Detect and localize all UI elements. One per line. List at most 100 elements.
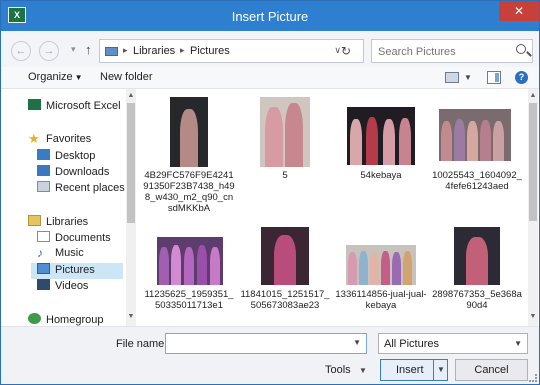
file-name-field[interactable]: ▼ [165,333,367,354]
figure-shape [285,103,303,167]
chevron-down-icon[interactable]: ▼ [353,338,361,347]
file-item[interactable]: 11841015_1251517_505673083ae23 [239,227,331,326]
sidebar-item-favorites[interactable]: ★ Favorites [28,131,91,149]
documents-icon [37,231,50,242]
sidebar-item-libraries[interactable]: Libraries [28,215,88,231]
back-button[interactable]: ← [11,41,31,61]
file-item[interactable]: 2898767353_5e368a90d4 [431,227,523,326]
sidebar-item-label: Pictures [55,264,95,276]
thumbnail-image [454,227,500,285]
file-item[interactable]: 10025543_1604092_4fefe61243aed [431,97,523,225]
breadcrumb-separator-icon: ▸ [123,45,128,55]
chevron-down-icon: ▼ [514,339,522,348]
figure-shape [441,121,452,161]
thumbnail-image [347,107,415,165]
file-item[interactable]: 4B29FC576F9E424191350F23B7438_h498_w430_… [143,97,235,225]
file-item[interactable]: 11235625_1959351_50335011713e1 [143,227,235,326]
figure-shape [370,252,379,285]
sidebar-item-documents[interactable]: Documents [37,231,111,247]
sidebar-item-music[interactable]: ♪ Music [37,247,84,263]
thumbnail-image [346,245,416,285]
file-item[interactable]: 5 [239,97,331,225]
sidebar-item-label: Microsoft Excel [46,100,121,112]
preview-pane-icon[interactable] [487,71,501,84]
file-name: 54kebaya [360,170,402,181]
title-bar: X Insert Picture ✕ [1,1,539,31]
resize-grip-icon[interactable] [529,374,537,382]
file-list-scrollbar[interactable]: ▲ ▼ [528,89,538,326]
breadcrumb-pictures[interactable]: Pictures [190,45,230,57]
scrollbar-thumb[interactable] [529,103,537,221]
change-view-icon[interactable] [445,72,459,83]
sidebar-item-desktop[interactable]: Desktop [37,149,95,165]
search-icon[interactable] [516,44,526,54]
breadcrumb-libraries[interactable]: Libraries [133,45,175,57]
file-name: 11235625_1959351_50335011713e1 [144,289,234,311]
close-button[interactable]: ✕ [499,1,539,21]
figure-shape [467,121,478,161]
view-options-dropdown[interactable]: ▼ [464,73,472,82]
figure-shape [366,117,378,165]
breadcrumb-separator-icon: ▸ [180,45,185,55]
excel-icon [28,99,41,110]
scroll-down-icon[interactable]: ▼ [528,313,538,320]
insert-options-dropdown[interactable]: ▼ [437,365,445,374]
cancel-button[interactable]: Cancel [455,359,528,381]
help-icon[interactable]: ? [515,71,528,84]
file-name: 10025543_1604092_4fefe61243aed [432,170,522,192]
sidebar-item-pictures[interactable]: Pictures [31,263,123,279]
scroll-up-icon[interactable]: ▲ [126,92,136,99]
navigation-pane-scrollbar[interactable]: ▲ ▼ [126,89,136,326]
thumbnail-image [170,97,208,167]
forward-button[interactable]: → [39,41,59,61]
insert-picture-dialog: X Insert Picture ✕ ← → ▾ ↑ ▸ Libraries ▸… [0,0,540,385]
figure-shape [265,107,283,167]
figure-shape [466,237,488,285]
organize-label: Organize [28,71,73,83]
figure-shape [210,247,220,285]
new-folder-button[interactable]: New folder [100,71,153,83]
search-box[interactable] [371,39,533,63]
thumbnail-image [260,97,310,167]
scrollbar-thumb[interactable] [127,103,135,223]
search-input[interactable] [378,44,508,59]
address-dropdown-icon[interactable]: ∨ [334,45,341,56]
file-name: 5 [282,170,288,181]
scroll-up-icon[interactable]: ▲ [528,92,538,99]
figure-shape [392,252,401,285]
refresh-button[interactable]: ↻ [341,44,351,58]
desktop-icon [37,149,50,160]
scroll-down-icon[interactable]: ▼ [126,313,136,320]
dialog-footer: File name: ▼ All Pictures ▼ Tools ▼ Inse… [1,326,539,384]
address-bar[interactable]: ▸ Libraries ▸ Pictures ∨ [99,39,364,63]
figure-shape [348,252,357,285]
file-type-filter[interactable]: All Pictures ▼ [378,333,528,354]
up-button[interactable]: ↑ [85,42,92,57]
file-type-value: All Pictures [384,338,440,350]
organize-menu[interactable]: Organize ▼ [28,71,83,83]
homegroup-icon [28,313,41,324]
sidebar-item-label: Music [55,247,84,259]
window-title: Insert Picture [231,9,309,24]
recent-locations-dropdown[interactable]: ▾ [71,44,76,55]
sidebar-item-videos[interactable]: Videos [37,279,88,295]
sidebar-item-microsoft-excel[interactable]: Microsoft Excel [28,99,121,115]
tools-menu[interactable]: Tools [325,364,351,376]
file-name: 4B29FC576F9E424191350F23B7438_h498_w430_… [143,170,235,214]
chevron-down-icon[interactable]: ▼ [359,366,367,375]
sidebar-item-label: Documents [55,232,111,244]
sidebar-item-label: Recent places [55,182,125,194]
figure-shape [184,247,194,285]
sidebar-item-downloads[interactable]: Downloads [37,165,109,181]
sidebar-item-recent-places[interactable]: Recent places [37,181,125,197]
sidebar-item-label: Videos [55,280,89,292]
star-icon: ★ [28,131,40,146]
file-name-label: File name: [116,338,168,350]
file-name-input[interactable] [169,337,351,351]
sidebar-item-label: Desktop [55,150,96,162]
file-item[interactable]: 1336114856-jual-jual-kebaya [335,227,427,326]
file-item[interactable]: 54kebaya [335,97,427,225]
insert-button[interactable]: Insert ▼ [380,359,448,381]
figure-shape [197,245,207,285]
split-divider [433,360,434,380]
